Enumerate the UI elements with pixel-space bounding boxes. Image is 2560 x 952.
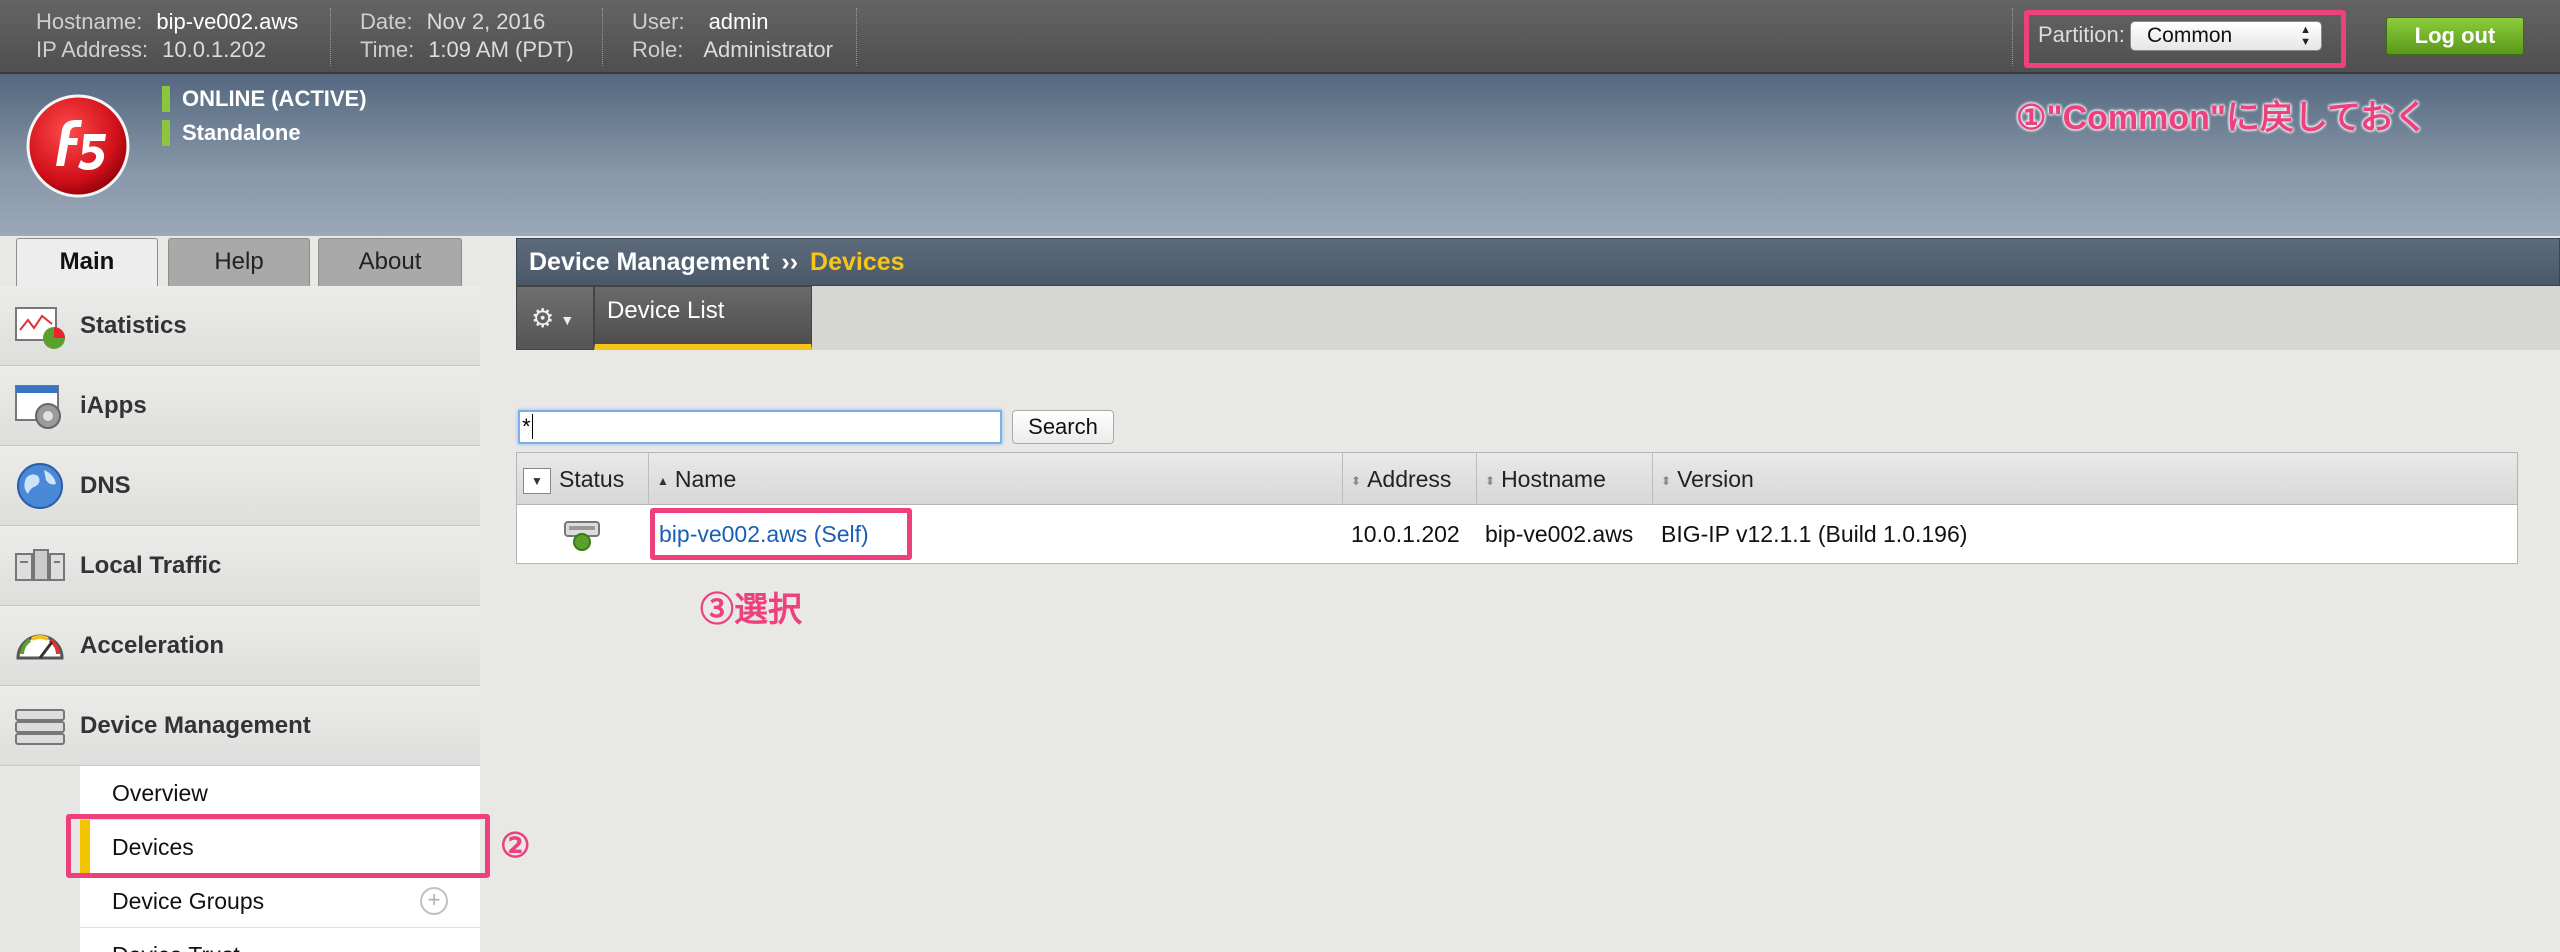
iapps-icon [15,384,61,429]
tab-device-list[interactable]: Device List [594,286,812,350]
partition-label: Partition: [2038,22,2125,47]
sort-icon: ⬍ [1661,473,1672,488]
annotation-step2: ② [500,827,531,865]
status-online-text: ONLINE (ACTIVE) [182,86,367,111]
local-traffic-icon [15,548,65,581]
search-input[interactable]: *​ [518,410,1002,444]
time-label: Time: [360,37,415,62]
column-label: Address [1367,466,1452,492]
divider [602,8,603,66]
status-indicator [162,86,170,112]
column-header-status[interactable]: ▼ Status [517,453,649,505]
user-value: admin [708,9,769,34]
tab-help[interactable]: Help [168,238,310,286]
online-status: ONLINE (ACTIVE) [162,86,367,112]
sort-ascending-icon: ▲ [657,473,669,488]
table-header: ▼ Status ▲ Name ⬍ Address ⬍ Hostname ⬍ Versio… [517,453,2517,505]
time-value: 1:09 AM (PDT) [428,37,574,62]
sidebar-item-label: Acceleration [80,631,225,659]
sort-icon: ⬍ [1485,473,1496,488]
status-mode-text: Standalone [182,120,301,145]
select-arrows-icon: ▲ ▼ [2300,24,2311,48]
server-stack-icon [15,708,65,745]
sidebar-item-label: Local Traffic [80,551,222,579]
sort-icon: ⬍ [1351,473,1362,488]
speedometer-icon [16,634,64,659]
add-icon[interactable]: + [420,887,448,915]
device-name-highlight-annotation [650,508,912,560]
column-header-address[interactable]: ⬍ Address [1343,453,1477,505]
hostname-label: Hostname: [36,9,143,34]
gear-menu-button[interactable]: ⚙ ▼ [516,286,594,350]
host-info: Hostname: bip-ve002.aws IP Address: 10.0.1… [36,8,298,64]
breadcrumb-separator: ›› [781,247,799,276]
status-indicator [162,120,170,146]
column-label: Name [674,466,737,492]
ip-value: 10.0.1.202 [162,37,267,62]
user-info: User: admin Role: Administrator [632,8,833,64]
f5-logo-icon [26,94,130,198]
annotation-step3: ③選択 [700,591,802,629]
partition-selected-value: Common [2147,24,2233,47]
address-cell: 10.0.1.202 [1351,521,1460,547]
date-label: Date: [360,9,413,34]
search-input-value: * [522,414,531,439]
role-label: Role: [632,37,684,62]
column-header-version[interactable]: ⬍ Version [1653,453,2517,505]
sidebar-item-iapps[interactable]: iApps [0,366,480,446]
sidebar-item-device-management[interactable]: Device Management [0,686,480,766]
statistics-icon [15,306,65,349]
chevron-down-icon: ▼ [560,312,575,329]
hostname-cell: bip-ve002.aws [1485,521,1634,547]
hostname-value: bip-ve002.aws [156,9,299,34]
datetime-info: Date: Nov 2, 2016 Time: 1:09 AM (PDT) [360,8,574,64]
date-value: Nov 2, 2016 [426,9,546,34]
sidebar-item-acceleration[interactable]: Acceleration [0,606,480,686]
sidebar-item-local-traffic[interactable]: Local Traffic [0,526,480,606]
ip-label: IP Address: [36,37,149,62]
submenu-device-groups-label: Device Groups [112,888,265,914]
annotation-step1: ①"Common"に戻しておく [2016,99,2429,137]
column-label: Hostname [1501,466,1606,492]
devices-highlight-annotation [66,814,490,878]
partition-select[interactable]: Common ▲ ▼ [2130,21,2322,51]
column-header-hostname[interactable]: ⬍ Hostname [1477,453,1653,505]
sidebar-item-statistics[interactable]: Statistics [0,286,480,366]
breadcrumb: Device Management ›› Devices [516,238,2560,286]
column-header-name[interactable]: ▲ Name [649,453,1343,505]
column-label: Version [1677,466,1754,492]
subtab-strip [516,286,2560,350]
column-label: Status [559,466,625,492]
submenu-overview[interactable]: Overview [80,766,480,820]
divider [856,8,857,66]
sidebar-item-label: Statistics [80,311,187,339]
gear-icon: ⚙ [531,303,555,333]
user-label: User: [632,9,685,34]
role-value: Administrator [703,37,833,62]
tab-about[interactable]: About [318,238,462,286]
sidebar-item-label: iApps [80,391,147,419]
divider [2012,8,2013,66]
sidebar-item-label: Device Management [80,711,311,739]
tab-main[interactable]: Main [16,238,158,288]
logout-button[interactable]: Log out [2386,17,2524,55]
globe-icon [17,462,63,509]
sidebar-item-label: DNS [80,471,131,499]
breadcrumb-current: Devices [810,247,905,276]
text-cursor: ​ [531,414,533,439]
divider [330,8,331,66]
submenu-device-groups[interactable]: Device Groups + [80,874,480,928]
select-all-dropdown-icon[interactable]: ▼ [523,467,551,494]
sidebar-item-dns[interactable]: DNS [0,446,480,526]
breadcrumb-parent[interactable]: Device Management [529,248,769,277]
mode-status: Standalone [162,120,301,146]
version-cell: BIG-IP v12.1.1 (Build 1.0.196) [1661,521,1968,547]
submenu-device-trust[interactable]: Device Trust [80,928,480,952]
search-button[interactable]: Search [1012,410,1114,444]
status-cell [563,505,613,563]
device-online-icon [564,521,600,551]
